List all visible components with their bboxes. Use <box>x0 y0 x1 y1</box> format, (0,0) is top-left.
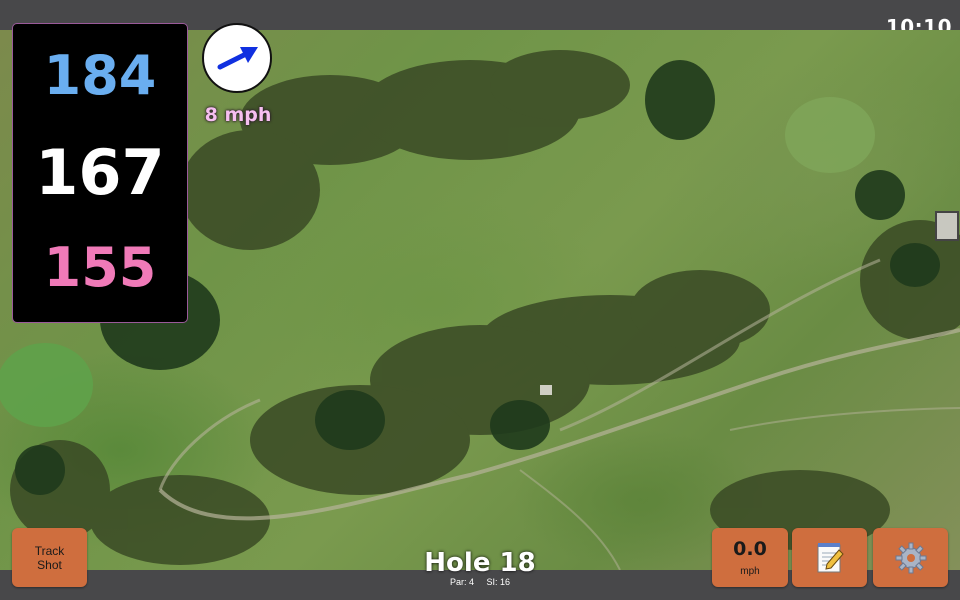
notepad-icon <box>817 542 844 572</box>
hole-meta: Par: 4 SI: 16 <box>380 577 580 587</box>
wind-arrow-icon <box>217 47 258 70</box>
speed-unit: mph <box>740 566 760 577</box>
back-distance: 184 <box>43 44 157 107</box>
track-shot-label-line2: Shot <box>37 557 62 572</box>
wind-indicator <box>202 23 272 93</box>
hole-title: Hole 18 <box>424 548 536 578</box>
front-distance: 155 <box>43 236 157 299</box>
speed-value: 0.0 <box>733 538 767 560</box>
scorecard-button[interactable] <box>792 528 867 587</box>
gear-icon <box>895 542 926 573</box>
hole-par: Par: 4 <box>449 577 474 587</box>
wind-speed-label: 8 mph <box>204 104 272 126</box>
settings-button[interactable] <box>873 528 948 587</box>
track-shot-button[interactable]: Track Shot <box>12 528 87 587</box>
distance-panel: 184 167 155 <box>12 23 188 323</box>
hole-stroke-index: SI: 16 <box>486 577 511 587</box>
track-shot-label-line1: Track <box>34 543 65 558</box>
middle-distance: 167 <box>35 136 165 209</box>
speed-button[interactable]: 0.0 mph <box>712 528 788 587</box>
